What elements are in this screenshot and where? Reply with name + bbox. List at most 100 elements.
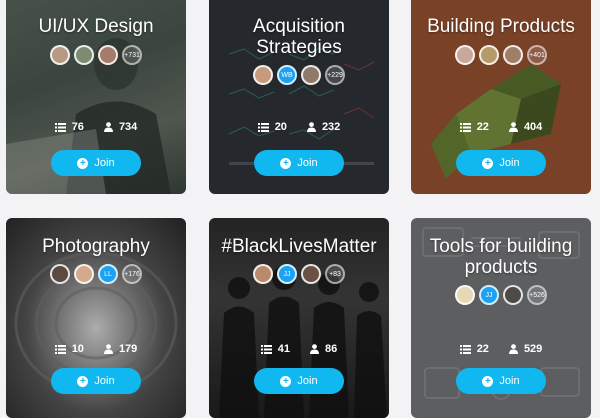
- person-icon: [508, 344, 518, 354]
- card-title: Tools for building products: [429, 236, 573, 278]
- card-title: Photography: [42, 236, 150, 257]
- members-value: 232: [321, 121, 341, 133]
- lists-value: 22: [476, 343, 489, 355]
- avatar: [50, 264, 70, 284]
- member-avatars: +401: [411, 45, 591, 65]
- list-icon: [260, 344, 272, 354]
- avatar: [503, 45, 523, 65]
- avatar: [253, 264, 273, 284]
- community-card[interactable]: Photography LL +176 10 179 + Join: [6, 218, 186, 418]
- avatar: [98, 45, 118, 65]
- list-icon: [459, 344, 471, 354]
- card-stats: 22 529: [411, 343, 591, 355]
- join-label: Join: [94, 157, 115, 169]
- lists-value: 20: [274, 121, 287, 133]
- card-stats: 20 232: [209, 121, 389, 133]
- lists-count: 41: [260, 343, 290, 355]
- members-value: 529: [523, 343, 543, 355]
- member-avatars: +731: [6, 45, 186, 65]
- community-card[interactable]: Tools for building products JJ +526 22 5…: [411, 218, 591, 418]
- join-label: Join: [499, 375, 520, 387]
- plus-circle-icon: +: [482, 157, 494, 169]
- members-value: 734: [118, 121, 138, 133]
- card-stats: 10 179: [6, 343, 186, 355]
- person-icon: [306, 122, 316, 132]
- lists-count: 22: [459, 121, 489, 133]
- list-icon: [54, 122, 66, 132]
- members-count: 86: [310, 343, 337, 355]
- lists-value: 41: [277, 343, 290, 355]
- plus-circle-icon: +: [280, 375, 292, 387]
- card-title: Acquisition Strategies: [253, 16, 345, 58]
- card-stats: 22 404: [411, 121, 591, 133]
- avatar: [253, 65, 273, 85]
- list-icon: [257, 122, 269, 132]
- avatar: [50, 45, 70, 65]
- lists-value: 22: [476, 121, 489, 133]
- join-button[interactable]: + Join: [51, 150, 141, 176]
- plus-circle-icon: +: [482, 375, 494, 387]
- more-members-badge: +83: [325, 264, 345, 284]
- members-value: 404: [523, 121, 543, 133]
- join-button[interactable]: + Join: [456, 368, 546, 394]
- person-icon: [103, 344, 113, 354]
- avatar: WB: [277, 65, 297, 85]
- lists-count: 10: [54, 343, 84, 355]
- card-stats: 41 86: [209, 343, 389, 355]
- card-title: Building Products: [427, 16, 575, 37]
- avatar: JJ: [277, 264, 297, 284]
- more-members-badge: +229: [325, 65, 345, 85]
- join-label: Join: [297, 375, 318, 387]
- members-count: 529: [508, 343, 543, 355]
- lists-value: 76: [71, 121, 84, 133]
- members-value: 86: [325, 343, 338, 355]
- members-value: 179: [118, 343, 138, 355]
- avatar: [503, 285, 523, 305]
- avatar: [74, 264, 94, 284]
- more-members-badge: +731: [122, 45, 142, 65]
- lists-count: 22: [459, 343, 489, 355]
- lists-value: 10: [71, 343, 84, 355]
- avatar: [301, 264, 321, 284]
- join-button[interactable]: + Join: [254, 150, 344, 176]
- community-card[interactable]: Acquisition Strategies WB +229 20 232 + …: [209, 0, 389, 194]
- lists-count: 20: [257, 121, 287, 133]
- member-avatars: LL +176: [6, 264, 186, 284]
- member-avatars: JJ +83: [209, 264, 389, 284]
- community-card[interactable]: Building Products +401 22 404 + Join: [411, 0, 591, 194]
- more-members-badge: +401: [527, 45, 547, 65]
- avatar: LL: [98, 264, 118, 284]
- member-avatars: JJ +526: [411, 285, 591, 305]
- join-button[interactable]: + Join: [254, 368, 344, 394]
- list-icon: [459, 122, 471, 132]
- card-title: #BlackLivesMatter: [221, 236, 377, 257]
- plus-circle-icon: +: [280, 157, 292, 169]
- join-label: Join: [94, 375, 115, 387]
- avatar: [74, 45, 94, 65]
- lists-count: 76: [54, 121, 84, 133]
- plus-circle-icon: +: [77, 375, 89, 387]
- person-icon: [103, 122, 113, 132]
- join-button[interactable]: + Join: [456, 150, 546, 176]
- card-title: UI/UX Design: [38, 16, 154, 37]
- join-button[interactable]: + Join: [51, 368, 141, 394]
- person-icon: [508, 122, 518, 132]
- members-count: 179: [103, 343, 138, 355]
- plus-circle-icon: +: [77, 157, 89, 169]
- avatar: [455, 285, 475, 305]
- avatar: [301, 65, 321, 85]
- avatar: [455, 45, 475, 65]
- more-members-badge: +176: [122, 264, 142, 284]
- join-label: Join: [499, 157, 520, 169]
- more-members-badge: +526: [527, 285, 547, 305]
- community-card[interactable]: #BlackLivesMatter JJ +83 41 86 + Join: [209, 218, 389, 418]
- avatar: JJ: [479, 285, 499, 305]
- card-stats: 76 734: [6, 121, 186, 133]
- community-card[interactable]: UI/UX Design +731 76 734 + Join: [6, 0, 186, 194]
- person-icon: [310, 344, 319, 354]
- avatar: [479, 45, 499, 65]
- members-count: 232: [306, 121, 341, 133]
- members-count: 734: [103, 121, 138, 133]
- join-label: Join: [297, 157, 318, 169]
- list-icon: [54, 344, 66, 354]
